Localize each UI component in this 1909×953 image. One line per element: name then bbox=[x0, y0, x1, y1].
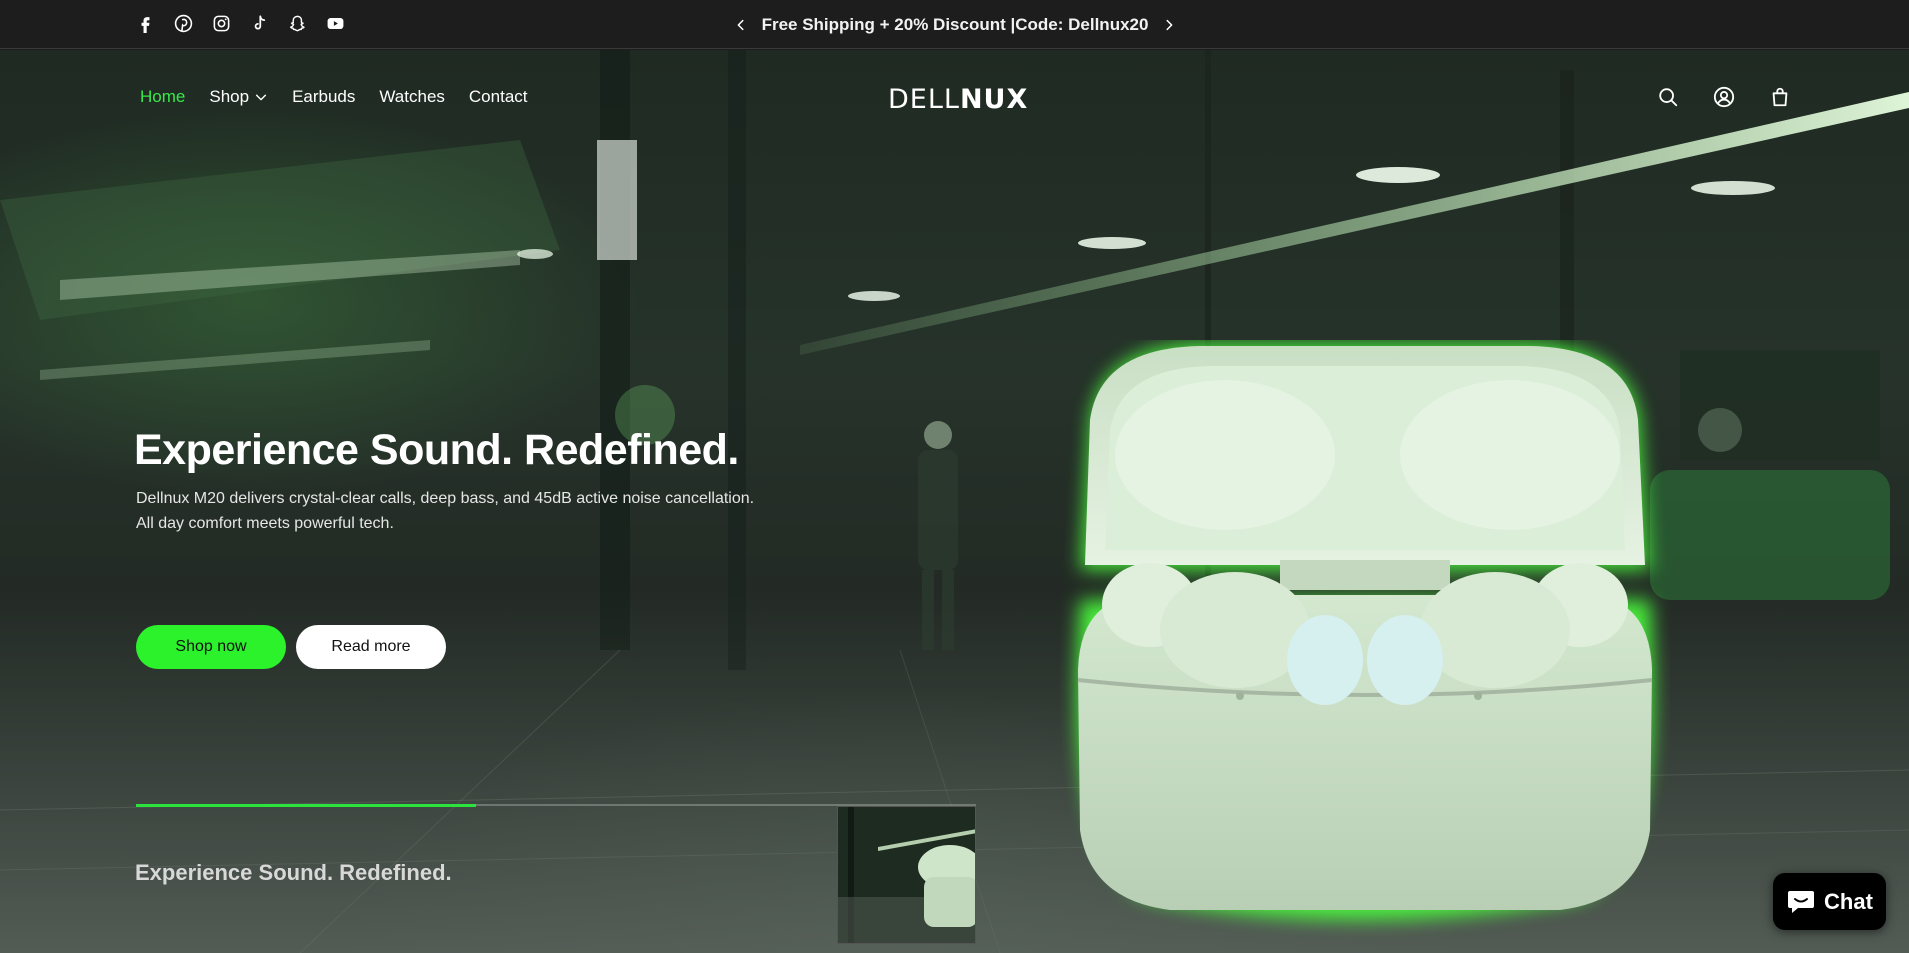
slide-thumbnail-image bbox=[838, 807, 975, 943]
main-nav: Home Shop Earbuds Watches Contact bbox=[140, 87, 528, 107]
youtube-icon[interactable] bbox=[326, 14, 345, 33]
chat-label: Chat bbox=[1824, 888, 1873, 914]
shop-now-button[interactable]: Shop now bbox=[136, 625, 286, 669]
pinterest-icon[interactable] bbox=[174, 14, 193, 33]
facebook-icon[interactable] bbox=[136, 14, 155, 33]
chat-bubble-icon bbox=[1788, 890, 1815, 913]
nav-shop-label: Shop bbox=[209, 87, 250, 106]
hero-subtext-line-1: Dellnux M20 delivers crystal-clear calls… bbox=[136, 490, 755, 507]
logo-text-light: DELL bbox=[888, 83, 960, 115]
search-icon[interactable] bbox=[1657, 86, 1679, 108]
page: Free Shipping + 20% Discount |Code: Dell… bbox=[0, 0, 1909, 953]
nav-watches-label: Watches bbox=[379, 87, 445, 106]
chevron-left-icon[interactable] bbox=[734, 17, 748, 33]
announcement-carousel: Free Shipping + 20% Discount |Code: Dell… bbox=[737, 12, 1173, 38]
chevron-down-icon bbox=[255, 94, 267, 101]
nav-watches[interactable]: Watches bbox=[379, 87, 445, 107]
hero-headline: Experience Sound. Redefined. bbox=[134, 426, 739, 474]
brand-logo[interactable]: DELL NUX bbox=[888, 80, 1028, 118]
slide-thumbnail[interactable] bbox=[837, 806, 976, 944]
hero-subtext: Dellnux M20 delivers crystal-clear calls… bbox=[136, 486, 754, 536]
hero-subtext-line-2: All day comfort meets powerful tech. bbox=[136, 515, 394, 532]
chevron-right-icon[interactable] bbox=[1162, 17, 1176, 33]
slide-title[interactable]: Experience Sound. Redefined. bbox=[135, 860, 452, 886]
nav-contact[interactable]: Contact bbox=[469, 87, 528, 107]
cart-icon[interactable] bbox=[1769, 86, 1791, 108]
chat-button[interactable]: Chat bbox=[1773, 873, 1886, 930]
social-links bbox=[136, 14, 345, 33]
announcement-bar: Free Shipping + 20% Discount |Code: Dell… bbox=[0, 0, 1909, 49]
nav-home-label: Home bbox=[140, 87, 186, 106]
announcement-text: Free Shipping + 20% Discount |Code: Dell… bbox=[761, 15, 1149, 34]
tiktok-icon[interactable] bbox=[250, 14, 269, 33]
slide-progress-fill bbox=[136, 804, 477, 807]
nav-earbuds[interactable]: Earbuds bbox=[292, 87, 355, 107]
nav-earbuds-label: Earbuds bbox=[292, 87, 356, 106]
nav-shop[interactable]: Shop bbox=[209, 87, 268, 107]
logo-text-bold: NUX bbox=[959, 83, 1029, 115]
read-more-button[interactable]: Read more bbox=[296, 625, 446, 669]
instagram-icon[interactable] bbox=[212, 14, 231, 33]
earbuds-product-image bbox=[1076, 342, 1654, 920]
nav-contact-label: Contact bbox=[468, 87, 528, 106]
account-icon[interactable] bbox=[1713, 86, 1735, 108]
header-icons bbox=[1657, 86, 1791, 108]
nav-home[interactable]: Home bbox=[140, 87, 185, 107]
hero-banner: Home Shop Earbuds Watches Contact DELL NU… bbox=[0, 50, 1909, 953]
snapchat-icon[interactable] bbox=[288, 14, 307, 33]
